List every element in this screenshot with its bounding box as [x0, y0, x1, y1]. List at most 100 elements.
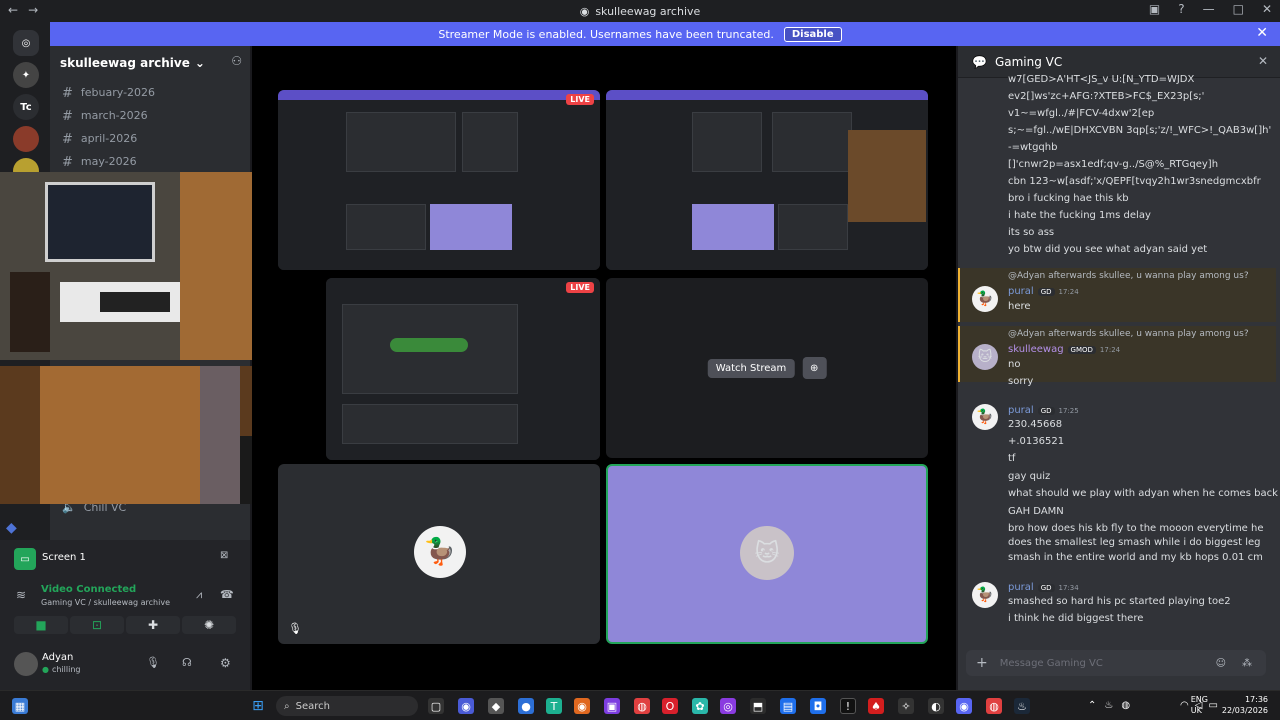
- settings-icon[interactable]: ⚙: [220, 656, 231, 670]
- screen-share-button[interactable]: ⊡: [70, 616, 124, 634]
- chrome-icon[interactable]: ◍: [634, 698, 650, 714]
- message-line: yo btw did you see what adyan said yet: [1008, 244, 1208, 255]
- banner-close-icon[interactable]: ✕: [1256, 25, 1268, 41]
- app-icon[interactable]: ⬒: [750, 698, 766, 714]
- message-author[interactable]: skulleewag GMOD 17:24: [1008, 344, 1120, 355]
- message-author[interactable]: pural GD 17:34: [1008, 582, 1079, 593]
- clock[interactable]: 17:36 22/03/2026: [1222, 694, 1268, 716]
- emoji-icon[interactable]: ☺: [1216, 658, 1226, 669]
- app-icon[interactable]: ◘: [810, 698, 826, 714]
- forward-icon[interactable]: →: [28, 3, 38, 17]
- channel-item[interactable]: # march-2026: [62, 109, 148, 124]
- task-view-icon[interactable]: ▢: [428, 698, 444, 714]
- stream-tile-preview[interactable]: Watch Stream ⊕: [606, 278, 928, 458]
- app-icon[interactable]: ✧: [898, 698, 914, 714]
- message-line: []'cnwr2p=asx1edf;qv-g../S@%_RTGqey]h: [1008, 159, 1219, 170]
- stream-tile[interactable]: [606, 90, 928, 270]
- disconnect-icon[interactable]: ☎: [220, 588, 234, 601]
- chat-app-icon[interactable]: ◉: [458, 698, 474, 714]
- watch-stream-button[interactable]: Watch Stream: [707, 358, 795, 378]
- app-icon[interactable]: ●: [518, 698, 534, 714]
- stop-share-icon[interactable]: ⊠: [220, 550, 228, 561]
- headphones-icon[interactable]: ☊: [182, 656, 192, 669]
- apps-icon[interactable]: ⁂: [1242, 658, 1252, 669]
- chrome-icon[interactable]: ◍: [986, 698, 1002, 714]
- rtc-status[interactable]: Video Connected: [41, 584, 136, 595]
- app-icon[interactable]: ◐: [928, 698, 944, 714]
- wooden-door: [40, 366, 200, 504]
- message-line: GAH DAMN: [1008, 506, 1064, 517]
- close-icon[interactable]: ✕: [1262, 2, 1272, 16]
- avatar[interactable]: 🐱: [972, 344, 998, 370]
- message-line: cbn 123~w[asdf;'x/QEPF[tvqy2h1wr3snedgmc…: [1008, 176, 1261, 187]
- app-icon[interactable]: ✿: [692, 698, 708, 714]
- inbox-icon[interactable]: ▣: [1149, 2, 1160, 16]
- opera-icon[interactable]: O: [662, 698, 678, 714]
- message-line: what should we play with adyan when he c…: [1008, 488, 1278, 499]
- back-icon[interactable]: ←: [8, 3, 18, 17]
- status-icons[interactable]: ◠ ◁ ▭: [1180, 700, 1218, 711]
- stream-tile[interactable]: LIVE: [278, 90, 600, 270]
- message-input[interactable]: + Message Gaming VC ☺ ⁂: [966, 650, 1266, 676]
- app-icon[interactable]: ▤: [780, 698, 796, 714]
- disable-button[interactable]: Disable: [783, 26, 842, 42]
- soundboard-button[interactable]: ✺: [182, 616, 236, 634]
- home-icon[interactable]: ◎: [13, 30, 39, 56]
- user-panel-area: ◆ ▭ Screen 1 ⊠ ≋ Video Connected Gaming …: [0, 520, 250, 690]
- camera-button[interactable]: ■: [14, 616, 68, 634]
- user-status: ● chilling: [42, 665, 81, 674]
- noise-suppression-icon[interactable]: ⩘: [196, 588, 202, 602]
- message-line: 230.45668: [1008, 419, 1063, 430]
- chrome-tray-icon[interactable]: ◍: [1121, 700, 1130, 711]
- app-icon[interactable]: ♠: [868, 698, 884, 714]
- help-icon[interactable]: ?: [1178, 2, 1184, 16]
- participant-tile[interactable]: 🦆 🎙: [278, 464, 600, 644]
- server-name[interactable]: skulleewag archive ⌄: [60, 56, 205, 70]
- avatar[interactable]: 🦆: [972, 286, 998, 312]
- search-box[interactable]: ⌕ Search: [276, 696, 418, 716]
- activities-button[interactable]: ✚: [126, 616, 180, 634]
- twitch-icon[interactable]: ▣: [604, 698, 620, 714]
- participant-tile-speaking[interactable]: 🐱: [606, 464, 928, 644]
- close-icon[interactable]: ✕: [1258, 54, 1268, 68]
- message-line: bro i fucking hae this kb: [1008, 193, 1129, 204]
- window-title: ◉ skulleewag archive: [580, 5, 701, 18]
- guild-icon[interactable]: ✦: [13, 62, 39, 88]
- channel-item[interactable]: # april-2026: [62, 132, 137, 147]
- popout-icon[interactable]: ⊕: [802, 357, 827, 379]
- channel-item[interactable]: # may-2026: [62, 155, 137, 170]
- add-user-icon[interactable]: ⚇: [231, 54, 242, 68]
- channel-item[interactable]: # febuary-2026: [62, 86, 155, 101]
- avatar[interactable]: 🦆: [972, 582, 998, 608]
- app-icon[interactable]: ◆: [488, 698, 504, 714]
- message-line: smashed so hard his pc started playing t…: [1008, 596, 1231, 607]
- steam-icon[interactable]: ♨: [1014, 698, 1030, 714]
- reply-preview[interactable]: @Adyan afterwards skullee, u wanna play …: [1008, 271, 1249, 281]
- message-line: gay quiz: [1008, 471, 1051, 482]
- message-author[interactable]: pural GD 17:24: [1008, 286, 1079, 297]
- add-attachment-icon[interactable]: +: [976, 655, 988, 671]
- chevron-up-icon[interactable]: ⌃: [1088, 700, 1096, 711]
- discord-taskbar-icon[interactable]: ◉: [956, 698, 972, 714]
- stream-tile[interactable]: LIVE: [326, 278, 600, 460]
- app-tray-icon[interactable]: ♨: [1104, 700, 1113, 711]
- reply-preview[interactable]: @Adyan afterwards skullee, u wanna play …: [1008, 329, 1249, 339]
- avatar[interactable]: [14, 652, 38, 676]
- guild-tc[interactable]: Tc: [13, 94, 39, 120]
- chat-title: Gaming VC: [994, 54, 1063, 69]
- firefox-icon[interactable]: ◉: [574, 698, 590, 714]
- username: Adyan: [42, 652, 74, 663]
- app-icon[interactable]: T: [546, 698, 562, 714]
- microphone-icon[interactable]: 🎙: [146, 656, 160, 669]
- app-icon[interactable]: ◎: [720, 698, 736, 714]
- signal-icon: ≋: [16, 588, 27, 602]
- start-icon[interactable]: ⊞: [250, 698, 266, 714]
- guild-icon[interactable]: [13, 126, 39, 152]
- hash-icon: #: [62, 155, 73, 170]
- app-icon[interactable]: !: [840, 698, 856, 714]
- message-author[interactable]: pural GD 17:25: [1008, 405, 1079, 416]
- maximize-icon[interactable]: □: [1233, 2, 1244, 16]
- widgets-icon[interactable]: ▦: [12, 698, 28, 714]
- avatar[interactable]: 🦆: [972, 404, 998, 430]
- minimize-icon[interactable]: —: [1203, 2, 1215, 16]
